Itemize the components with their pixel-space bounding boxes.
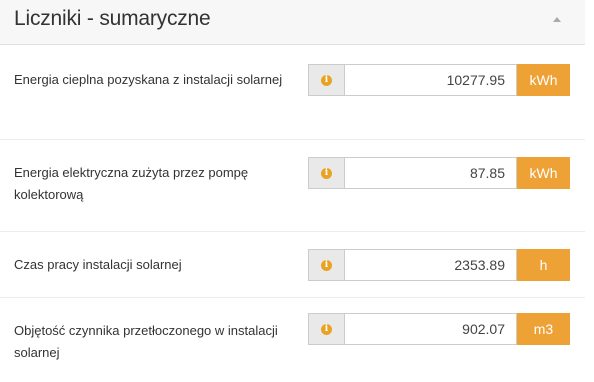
chevron-up-icon[interactable] (553, 17, 561, 22)
row-divider (0, 297, 585, 298)
info-button[interactable]: i (308, 313, 345, 345)
info-icon: i (321, 167, 332, 179)
info-icon: i (321, 323, 332, 335)
counter-value-operating-time[interactable] (345, 249, 517, 281)
unit-badge: kWh (517, 157, 570, 189)
row-divider (0, 139, 585, 140)
panel-title: Liczniki - sumaryczne (14, 7, 211, 30)
unit-badge: h (517, 249, 570, 281)
info-icon: i (321, 259, 332, 271)
row-divider (0, 231, 585, 232)
counter-value-pump-energy[interactable] (345, 157, 517, 189)
unit-badge: kWh (517, 64, 570, 96)
unit-badge: m3 (517, 313, 570, 345)
counter-value-fluid-volume[interactable] (345, 313, 517, 345)
info-icon: i (321, 74, 332, 86)
info-button[interactable]: i (308, 249, 345, 281)
counter-label-fluid-volume: Objętość czynnika przetłoczonego w insta… (14, 323, 278, 360)
info-button[interactable]: i (308, 157, 345, 189)
counter-value-solar-heat[interactable] (345, 64, 517, 96)
panel-header[interactable]: Liczniki - sumaryczne (0, 0, 585, 45)
counter-label-solar-heat: Energia cieplna pozyskana z instalacji s… (14, 72, 283, 87)
counter-label-operating-time: Czas pracy instalacji solarnej (14, 257, 182, 272)
counter-label-pump-energy: Energia elektryczna zużyta przez pompę k… (14, 165, 249, 202)
info-button[interactable]: i (308, 64, 345, 96)
counters-panel: Liczniki - sumaryczne Energia cieplna po… (0, 0, 585, 382)
